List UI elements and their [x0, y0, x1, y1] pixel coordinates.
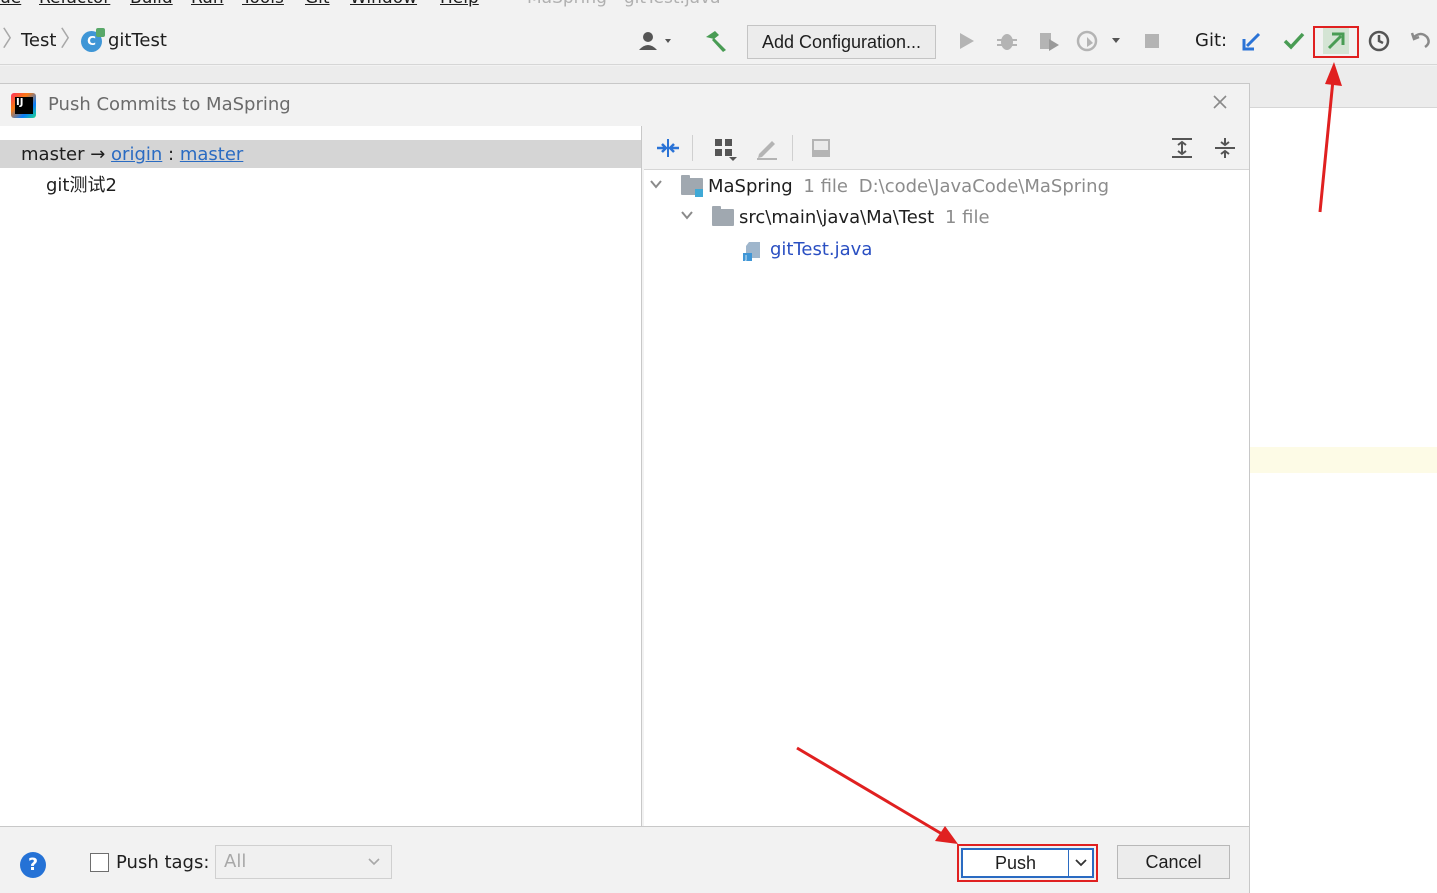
file-name: gitTest.java: [770, 239, 873, 260]
tree-row-folder[interactable]: src\main\java\Ma\Test 1 file: [644, 205, 1249, 233]
push-commits-dialog: Push Commits to MaSpring master → origin…: [0, 83, 1250, 893]
run-icon[interactable]: [953, 28, 979, 54]
collapse-all-icon[interactable]: [1212, 135, 1238, 161]
dialog-footer: ? Push tags: All Push Cancel: [0, 826, 1249, 893]
cancel-button[interactable]: Cancel: [1117, 845, 1230, 879]
menu-item-help[interactable]: Help: [440, 0, 479, 8]
debug-icon[interactable]: [994, 28, 1020, 54]
user-icon[interactable]: [636, 28, 678, 54]
intellij-logo-icon: [11, 93, 36, 118]
push-tags-checkbox[interactable]: [90, 853, 109, 872]
breadcrumb-separator: 〉: [60, 27, 83, 52]
profile-icon[interactable]: [1076, 28, 1126, 54]
menu-item-refactor[interactable]: Refactor: [39, 0, 110, 8]
commits-pane: master → origin : master git测试2: [0, 126, 642, 826]
remote-link[interactable]: origin: [111, 144, 162, 165]
menu-item-build[interactable]: Build: [130, 0, 173, 8]
push-options-dropdown[interactable]: [1069, 848, 1094, 878]
git-label: Git:: [1195, 30, 1228, 51]
module-badge-icon: [695, 189, 703, 197]
window-title: MaSpring - gitTest.java: [527, 0, 721, 8]
main-toolbar: 〉 Test 〉 C gitTest Add Configuration... …: [0, 17, 1437, 65]
java-class-icon: C: [81, 28, 105, 52]
menu-item-tools[interactable]: Tools: [242, 0, 284, 8]
expand-all-icon[interactable]: [1169, 135, 1195, 161]
git-update-icon[interactable]: [1239, 28, 1265, 54]
tree-row-file[interactable]: J gitTest.java: [644, 237, 1249, 265]
close-icon[interactable]: [1210, 92, 1230, 114]
branch-separator: :: [168, 144, 175, 165]
breadcrumb-item-test[interactable]: Test: [21, 30, 56, 51]
push-button[interactable]: Push: [961, 848, 1069, 878]
menu-item-code[interactable]: ue: [0, 0, 21, 8]
git-push-icon[interactable]: [1323, 28, 1349, 54]
edit-source-icon[interactable]: [754, 135, 780, 161]
folder-icon: [712, 206, 734, 226]
add-configuration-button[interactable]: Add Configuration...: [747, 25, 936, 59]
changes-pane: MaSpring 1 file D:\code\JavaCode\MaSprin…: [644, 126, 1249, 826]
menu-item-run[interactable]: Run: [191, 0, 224, 8]
folder-name: src\main\java\Ma\Test: [739, 207, 935, 228]
chevron-down-icon: [367, 846, 381, 889]
java-file-icon: J: [742, 240, 762, 262]
menu-bar: ue Refactor Build Run Tools Git Window H…: [0, 0, 1437, 8]
push-tags-label: Push tags:: [116, 852, 210, 873]
push-tags-select[interactable]: All: [215, 845, 392, 879]
branch-arrow: →: [90, 144, 106, 165]
menu-item-git[interactable]: Git: [305, 0, 330, 8]
breadcrumb-item-gittest[interactable]: gitTest: [108, 30, 167, 51]
help-button[interactable]: ?: [20, 852, 46, 878]
chevron-down-icon[interactable]: [648, 176, 664, 196]
branch-row[interactable]: master → origin : master: [0, 140, 641, 168]
stop-icon[interactable]: [1139, 28, 1165, 54]
show-diff-icon[interactable]: [655, 135, 681, 161]
changes-toolbar: [644, 126, 1249, 170]
commit-item[interactable]: git测试2: [46, 171, 117, 197]
git-history-icon[interactable]: [1366, 28, 1392, 54]
git-commit-icon[interactable]: [1281, 28, 1307, 54]
tree-row-module[interactable]: MaSpring 1 file D:\code\JavaCode\MaSprin…: [644, 174, 1249, 202]
coverage-icon[interactable]: [1036, 28, 1062, 54]
preview-diff-icon[interactable]: [808, 135, 834, 161]
dialog-title-bar[interactable]: Push Commits to MaSpring: [0, 84, 1249, 126]
menu-item-window[interactable]: Window: [350, 0, 417, 8]
chevron-down-icon[interactable]: [679, 207, 695, 227]
editor-area: [1250, 66, 1437, 893]
module-file-count: 1 file: [803, 176, 848, 197]
push-button-highlight: Push: [957, 844, 1098, 882]
folder-file-count: 1 file: [944, 207, 990, 228]
dialog-title: Push Commits to MaSpring: [48, 94, 291, 115]
remote-branch-link[interactable]: master: [180, 144, 243, 165]
group-by-icon[interactable]: [712, 135, 738, 161]
git-rollback-icon[interactable]: [1408, 28, 1434, 54]
current-line-highlight: [1250, 447, 1437, 473]
module-path: D:\code\JavaCode\MaSpring: [858, 176, 1109, 197]
build-hammer-icon[interactable]: [703, 28, 729, 54]
local-branch: master: [21, 144, 85, 165]
module-name: MaSpring: [708, 176, 793, 197]
push-tags-value: All: [224, 851, 247, 872]
svg-text:J: J: [744, 254, 747, 262]
